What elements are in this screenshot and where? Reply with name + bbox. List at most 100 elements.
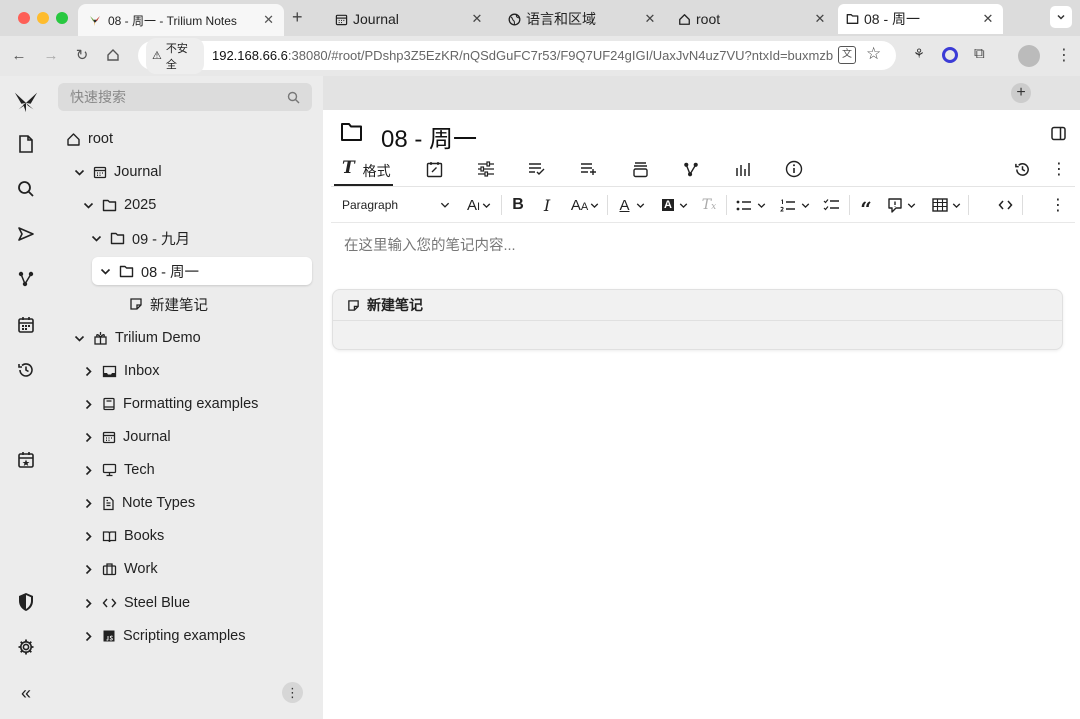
new-browser-tab-button[interactable]: + — [292, 7, 303, 28]
tree-node-note-types[interactable]: Note Types — [81, 489, 195, 517]
close-icon[interactable]: ✕ — [470, 11, 484, 27]
bold-button[interactable]: B — [507, 194, 529, 216]
sliders-icon[interactable] — [473, 158, 499, 180]
tree-node-root[interactable]: root — [66, 125, 113, 153]
zoom-window-button[interactable] — [56, 12, 68, 24]
bulleted-list-dropdown[interactable] — [733, 194, 769, 216]
chevron-right-icon[interactable] — [81, 463, 95, 477]
chevron-down-icon[interactable] — [89, 231, 103, 245]
toggle-right-pane-icon[interactable] — [1051, 126, 1066, 141]
checklist-edit-icon[interactable] — [421, 158, 447, 180]
close-window-button[interactable] — [18, 12, 30, 24]
todo-list-button[interactable] — [820, 194, 842, 216]
insert-table-dropdown[interactable] — [929, 194, 963, 216]
tree-node-new-note[interactable]: 新建笔记 — [129, 290, 208, 318]
italic-button[interactable]: I — [536, 194, 558, 216]
extensions-puzzle-icon[interactable]: ⧉ — [974, 45, 985, 62]
tree-node-formatting-examples[interactable]: Formatting examples — [81, 390, 258, 418]
background-color-dropdown[interactable]: A — [658, 194, 692, 216]
tree-node-trilium-demo[interactable]: Trilium Demo — [72, 324, 201, 352]
chevron-right-icon[interactable] — [81, 430, 95, 444]
tree-node-steel-blue[interactable]: Steel Blue — [81, 589, 190, 617]
close-icon[interactable]: ✕ — [643, 11, 657, 27]
bookmark-star-icon[interactable]: ☆ — [866, 44, 881, 64]
paragraph-style-select[interactable]: Paragraph — [342, 194, 450, 216]
chevron-down-icon[interactable] — [72, 331, 86, 345]
note-map-icon[interactable] — [678, 158, 704, 180]
tab-search-button[interactable] — [1050, 6, 1072, 28]
note-tab-language-region[interactable]: 语言和区域 ✕ — [500, 4, 665, 34]
font-color-dropdown[interactable]: A — [614, 194, 650, 216]
tree-node-books[interactable]: Books — [81, 522, 164, 550]
protected-session-icon[interactable] — [13, 589, 39, 615]
close-tab-icon[interactable]: ✕ — [263, 12, 274, 28]
chevron-right-icon[interactable] — [81, 529, 95, 543]
home-button[interactable] — [102, 44, 124, 66]
note-tab-root[interactable]: root ✕ — [670, 4, 835, 34]
revision-history-icon[interactable] — [1009, 158, 1035, 180]
profile-avatar[interactable] — [1018, 45, 1040, 67]
today-calendar-icon[interactable] — [13, 447, 39, 473]
list-check-icon[interactable] — [524, 158, 550, 180]
security-badge[interactable]: ⚠ 不安全 — [146, 37, 204, 74]
recent-changes-icon[interactable] — [13, 357, 39, 383]
close-icon[interactable]: ✕ — [981, 11, 995, 27]
code-block-button[interactable] — [994, 194, 1016, 216]
chevron-right-icon[interactable] — [81, 397, 95, 411]
chevron-right-icon[interactable] — [81, 629, 95, 643]
tree-node-inbox[interactable]: Inbox — [81, 357, 159, 385]
block-quote-button[interactable]: “ — [856, 194, 876, 221]
translate-icon[interactable]: 文 — [838, 46, 856, 64]
chevron-down-icon[interactable] — [98, 264, 112, 278]
editor-placeholder[interactable]: 在这里输入您的笔记内容... — [344, 234, 516, 255]
tree-options-button[interactable]: ⋮ — [282, 682, 303, 703]
font-size-dropdown[interactable]: AI — [462, 194, 496, 216]
note-tab-journal[interactable]: Journal ✕ — [327, 4, 492, 34]
trilium-logo-icon[interactable] — [13, 88, 39, 114]
text-case-dropdown[interactable]: AA — [567, 194, 603, 216]
admonition-dropdown[interactable] — [884, 194, 918, 216]
collapse-sidebar-icon[interactable]: « — [13, 680, 39, 706]
new-note-icon[interactable] — [13, 131, 39, 157]
more-tools-button[interactable]: ⋮ — [1048, 194, 1068, 216]
note-type-folder-icon[interactable] — [340, 122, 363, 142]
list-add-icon[interactable] — [576, 158, 602, 180]
quick-search-input[interactable]: 快速搜索 — [58, 83, 312, 111]
calendar-icon[interactable] — [13, 312, 39, 338]
remove-format-button[interactable]: Tx — [699, 194, 719, 216]
tree-node-08-monday[interactable]: 08 - 周一 — [92, 257, 312, 285]
tree-node-scripting-examples[interactable]: Scripting examples — [81, 622, 246, 650]
reload-button[interactable]: ↻ — [71, 44, 93, 66]
child-note-card[interactable]: 新建笔记 — [332, 289, 1063, 350]
tree-node-2025[interactable]: 2025 — [81, 191, 156, 219]
extension-icon-2[interactable] — [942, 47, 958, 63]
chevron-right-icon[interactable] — [81, 496, 95, 510]
note-title[interactable]: 08 - 周一 — [381, 119, 477, 154]
note-tab-08-monday[interactable]: 08 - 周一 ✕ — [838, 4, 1003, 34]
chevron-right-icon[interactable] — [81, 364, 95, 378]
tree-node-journal-demo[interactable]: Journal — [81, 423, 171, 451]
search-icon[interactable] — [13, 176, 39, 202]
chevron-down-icon[interactable] — [72, 165, 86, 179]
jump-to-note-icon[interactable] — [13, 221, 39, 247]
browser-menu-icon[interactable]: ⋮ — [1056, 45, 1072, 65]
extension-icon-1[interactable]: ⚘ — [910, 46, 928, 64]
stack-icon[interactable] — [627, 158, 653, 180]
ribbon-tab-format[interactable]: T 格式 — [334, 158, 393, 186]
tree-node-work[interactable]: Work — [81, 555, 158, 583]
tree-node-journal[interactable]: Journal — [72, 158, 162, 186]
tree-node-09-september[interactable]: 09 - 九月 — [89, 224, 190, 252]
minimize-window-button[interactable] — [37, 12, 49, 24]
chevron-down-icon[interactable] — [81, 198, 95, 212]
info-icon[interactable] — [781, 158, 807, 180]
new-note-tab-button[interactable]: + — [1011, 83, 1031, 103]
browser-tab[interactable]: 08 - 周一 - Trilium Notes ✕ — [78, 4, 284, 36]
stats-bars-icon[interactable] — [730, 158, 756, 180]
child-card-title[interactable]: 新建笔记 — [367, 295, 423, 315]
tree-node-tech[interactable]: Tech — [81, 456, 155, 484]
note-map-icon[interactable] — [13, 266, 39, 292]
address-bar[interactable]: ⚠ 不安全 192.168.66.6 :38080/#root/PDshp3Z5… — [138, 37, 896, 74]
note-menu-icon[interactable]: ⋮ — [1046, 158, 1072, 180]
back-button[interactable]: ← — [8, 44, 30, 66]
forward-button[interactable]: → — [40, 44, 62, 66]
